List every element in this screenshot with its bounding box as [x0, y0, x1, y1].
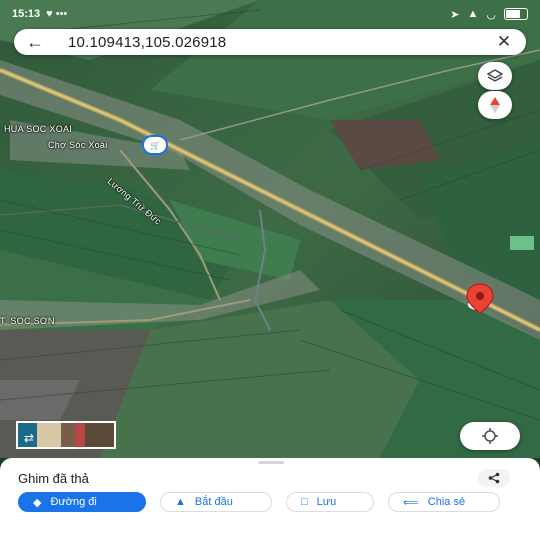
search-query[interactable]: 10.109413,105.026918: [68, 34, 494, 51]
compass-button[interactable]: [478, 91, 512, 119]
compass-icon: [490, 97, 500, 113]
layers-icon: [487, 69, 503, 82]
save-button[interactable]: □ Lưu: [286, 492, 374, 512]
status-bar: 15:13 ♥ ••• ➤ ▲ ◡: [0, 0, 540, 28]
action-chips: ◆ Đường đi ▲ Bắt đầu □ Lưu ⟸ Chia sẻ: [18, 492, 500, 512]
map-label-town-left: T. SOC SƠN: [0, 316, 55, 326]
map-label-town: HUA SOC XOAI: [4, 124, 73, 134]
bookmark-icon: □: [301, 496, 308, 508]
status-time: 15:13: [12, 8, 41, 20]
share-button[interactable]: ⟸ Chia sẻ: [388, 492, 500, 512]
battery-icon: [504, 8, 528, 20]
back-arrow-icon[interactable]: ←: [26, 32, 50, 53]
satellite-imagery: [0, 0, 540, 458]
layers-button[interactable]: [478, 62, 512, 90]
place-bottom-sheet[interactable]: Ghim đã thả ◆ Đường đi ▲ Bắt đầu □ Lưu ⟸…: [0, 458, 540, 540]
notification-icons: ♥ •••: [46, 8, 68, 20]
wifi-icon: ◡: [486, 8, 496, 21]
close-icon[interactable]: ✕: [494, 32, 514, 52]
market-marker-icon[interactable]: 🛒: [142, 135, 168, 155]
navigation-icon: ▲: [175, 496, 186, 508]
cellular-signal-icon: ▲: [467, 8, 479, 20]
dropped-pin-icon[interactable]: [460, 281, 500, 321]
my-location-button[interactable]: [460, 422, 520, 450]
street-view-thumbnail[interactable]: ⇄: [16, 421, 116, 449]
share-icon: ⟸: [403, 496, 419, 509]
map-label-market: Chợ Sóc Xoài: [48, 140, 108, 150]
share-label: Chia sẻ: [427, 496, 466, 508]
save-label: Lưu: [316, 496, 337, 508]
search-bar[interactable]: ← 10.109413,105.026918 ✕: [14, 29, 526, 55]
share-icon: [488, 472, 500, 484]
start-label: Bắt đầu: [194, 496, 233, 508]
sheet-title: Ghim đã thả: [18, 471, 89, 486]
street-view-icon: ⇄: [24, 431, 35, 445]
directions-label: Đường đi: [50, 496, 97, 508]
directions-button[interactable]: ◆ Đường đi: [18, 492, 146, 512]
sheet-drag-handle[interactable]: [258, 461, 284, 464]
satellite-map[interactable]: [0, 0, 540, 458]
directions-icon: ◆: [33, 496, 42, 509]
location-status-icon: ➤: [450, 8, 460, 21]
share-button-top[interactable]: [478, 469, 510, 487]
crosshair-icon: [482, 428, 498, 444]
start-button[interactable]: ▲ Bắt đầu: [160, 492, 272, 512]
